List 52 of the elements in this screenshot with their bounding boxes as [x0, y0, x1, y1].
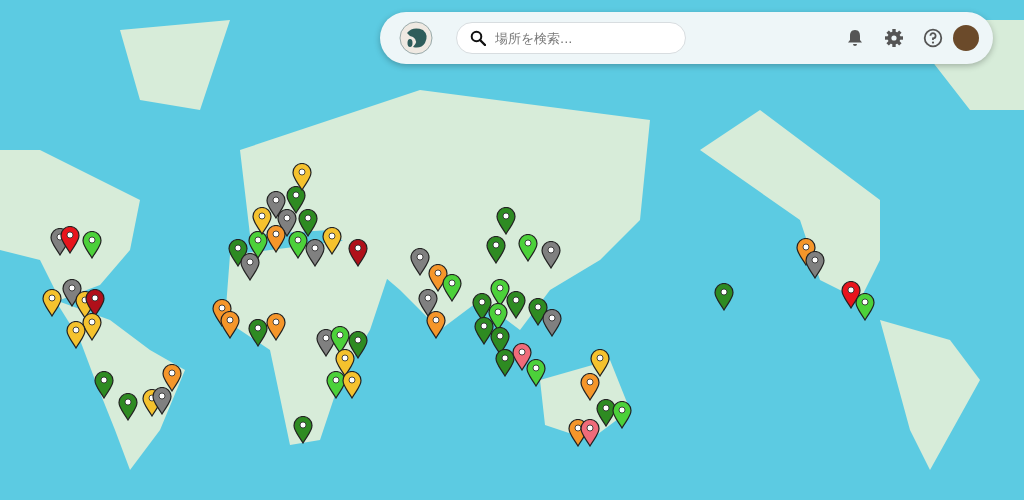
map-pin-icon[interactable]	[248, 231, 268, 259]
map-pin-icon[interactable]	[82, 231, 102, 259]
map-pin-icon[interactable]	[542, 309, 562, 337]
map-pin-icon[interactable]	[305, 239, 325, 267]
map-pin-icon[interactable]	[580, 419, 600, 447]
map-pin-icon[interactable]	[418, 289, 438, 317]
map-pin-icon[interactable]	[298, 209, 318, 237]
map-pin-icon[interactable]	[252, 207, 272, 235]
map-pin-icon[interactable]	[322, 227, 342, 255]
map-pin-icon[interactable]	[162, 364, 182, 392]
map-pin-icon[interactable]	[506, 291, 526, 319]
map-pin-icon[interactable]	[240, 253, 260, 281]
map-pin-icon[interactable]	[348, 331, 368, 359]
map-pin-icon[interactable]	[60, 226, 80, 254]
search-field[interactable]: 場所を検索...	[456, 22, 686, 54]
settings-icon[interactable]	[884, 28, 904, 48]
map-pin-icon[interactable]	[94, 371, 114, 399]
map-pin-icon[interactable]	[805, 251, 825, 279]
map-pin-icon[interactable]	[292, 163, 312, 191]
map-pin-icon[interactable]	[518, 234, 538, 262]
map-pin-icon[interactable]	[42, 289, 62, 317]
map-pin-icon[interactable]	[541, 241, 561, 269]
map-pin-icon[interactable]	[486, 236, 506, 264]
map-pin-icon[interactable]	[288, 231, 308, 259]
notification-bell-icon[interactable]	[845, 28, 865, 48]
map-pin-icon[interactable]	[342, 371, 362, 399]
map-pin-icon[interactable]	[410, 248, 430, 276]
map-pin-icon[interactable]	[512, 343, 532, 371]
map-pin-icon[interactable]	[855, 293, 875, 321]
map-pin-icon[interactable]	[266, 191, 286, 219]
map-pin-icon[interactable]	[474, 317, 494, 345]
map-pin-icon[interactable]	[426, 311, 446, 339]
map-pin-icon[interactable]	[266, 225, 286, 253]
map-pin-icon[interactable]	[580, 373, 600, 401]
map-pin-icon[interactable]	[293, 416, 313, 444]
map-pin-icon[interactable]	[66, 321, 86, 349]
help-icon[interactable]	[923, 28, 943, 48]
map-pin-icon[interactable]	[442, 274, 462, 302]
map-pin-icon[interactable]	[495, 349, 515, 377]
map-pin-icon[interactable]	[612, 401, 632, 429]
map-pin-icon[interactable]	[248, 319, 268, 347]
map-pin-icon[interactable]	[526, 359, 546, 387]
map-pin-icon[interactable]	[348, 239, 368, 267]
map-pin-icon[interactable]	[266, 313, 286, 341]
map-pin-icon[interactable]	[152, 387, 172, 415]
map-pin-icon[interactable]	[714, 283, 734, 311]
map-pin-icon[interactable]	[496, 207, 516, 235]
map-pin-icon[interactable]	[590, 349, 610, 377]
map-pin-icon[interactable]	[118, 393, 138, 421]
map-pin-icon[interactable]	[220, 311, 240, 339]
footprint-logo-icon[interactable]	[399, 21, 433, 55]
avatar-photo-placeholder[interactable]	[953, 25, 979, 51]
